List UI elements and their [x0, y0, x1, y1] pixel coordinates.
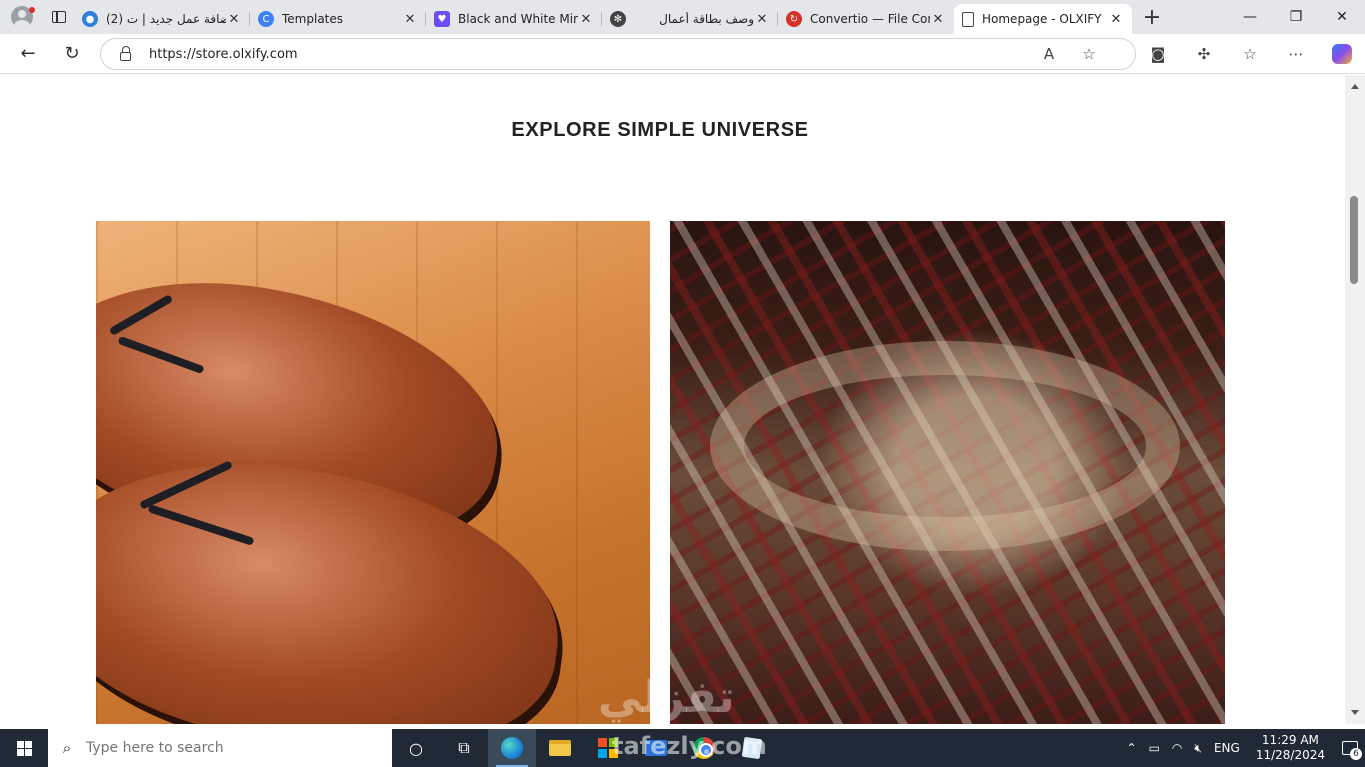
new-tab-button[interactable]: + — [1132, 5, 1172, 30]
canva-heart-icon: ♥ — [434, 11, 450, 27]
copilot-button[interactable] — [1319, 44, 1365, 64]
tab-convertio[interactable]: ↻ Convertio — File Conv ✕ — [778, 4, 954, 34]
browser-toolbar: ← ↻ A ☆ ◙ ✣ ☆ ⋯ — [0, 34, 1365, 74]
tab-actions-icon — [52, 11, 66, 23]
tab-close-icon[interactable]: ✕ — [930, 12, 946, 27]
url-input[interactable] — [149, 46, 1029, 62]
language-indicator[interactable]: ENG — [1208, 741, 1246, 755]
copilot-icon — [1332, 44, 1352, 64]
tab-close-icon[interactable]: ✕ — [226, 12, 242, 27]
system-tray: ⌃ ▭ ◠ 🔇︎ ENG 11:29 AM 11/28/2024 6 — [1121, 729, 1365, 767]
page-icon — [962, 11, 974, 27]
tab-close-icon[interactable]: ✕ — [754, 12, 770, 27]
chat-bubble-icon: ● — [82, 11, 98, 27]
toolbar-right-icons: ◙ ✣ ☆ ⋯ — [1135, 34, 1365, 74]
back-arrow-icon: ← — [20, 43, 36, 64]
chrome-icon — [693, 737, 715, 759]
notification-count: 6 — [1350, 748, 1362, 760]
lock-icon[interactable] — [101, 45, 149, 61]
mail-icon — [645, 740, 667, 756]
windows-logo-icon — [16, 740, 32, 756]
tab-templates[interactable]: C Templates ✕ — [250, 4, 426, 34]
section-heading: EXPLORE SIMPLE UNIVERSE — [511, 119, 809, 141]
close-window-button[interactable]: ✕ — [1319, 0, 1365, 34]
scroll-down-arrow-icon[interactable] — [1351, 710, 1359, 715]
openai-icon: ✻ — [610, 11, 626, 27]
convertio-icon: ↻ — [786, 11, 802, 27]
refresh-button[interactable]: ↻ — [50, 34, 94, 74]
taskbar-search[interactable]: ⌕ — [48, 729, 392, 767]
task-view-icon: ⧉ — [458, 738, 470, 757]
chrome-button[interactable] — [680, 729, 728, 767]
tab-strip: ● (2) إضافة عمل جديد | ت ✕ C Templates ✕… — [0, 0, 1365, 34]
favorites-icon[interactable]: ☆ — [1227, 45, 1273, 63]
shirt-image[interactable] — [670, 221, 1225, 724]
screenshot-icon[interactable]: ◙ — [1135, 45, 1181, 63]
taskbar-search-input[interactable] — [86, 740, 376, 756]
page-content: EXPLORE SIMPLE UNIVERSE — [4, 75, 1276, 724]
scrollbar-thumb[interactable] — [1350, 196, 1358, 284]
show-hidden-icons-icon[interactable]: ⌃ — [1121, 741, 1143, 755]
notes-button[interactable] — [728, 729, 776, 767]
cortana-circle-icon: ○ — [409, 738, 423, 758]
more-menu-icon[interactable]: ⋯ — [1273, 45, 1319, 63]
task-view-button[interactable]: ⧉ — [440, 729, 488, 767]
file-explorer-button[interactable] — [536, 729, 584, 767]
notification-center-button[interactable]: 6 — [1335, 729, 1365, 767]
tab-close-icon[interactable]: ✕ — [1108, 12, 1124, 27]
cortana-button[interactable]: ○ — [392, 729, 440, 767]
vertical-scrollbar[interactable] — [1345, 75, 1365, 724]
mail-button[interactable] — [632, 729, 680, 767]
tab-close-icon[interactable]: ✕ — [402, 12, 418, 27]
wifi-icon[interactable]: ◠ — [1166, 741, 1188, 755]
collar-shape — [710, 341, 1180, 551]
start-button[interactable] — [0, 729, 48, 767]
clock-time: 11:29 AM — [1261, 733, 1319, 747]
extensions-icon[interactable]: ✣ — [1181, 45, 1227, 63]
shoes-image[interactable] — [96, 221, 650, 724]
battery-icon[interactable]: ▭ — [1143, 741, 1166, 755]
read-aloud-icon[interactable]: A — [1029, 45, 1069, 63]
back-button[interactable]: ← — [6, 34, 50, 74]
refresh-icon: ↻ — [64, 43, 80, 64]
store-icon — [598, 738, 618, 758]
canva-icon: C — [258, 11, 274, 27]
address-bar[interactable]: A ☆ — [100, 38, 1136, 70]
volume-muted-icon[interactable]: 🔇︎ — [1188, 741, 1208, 756]
folder-icon — [549, 740, 571, 756]
scroll-up-arrow-icon[interactable] — [1351, 84, 1359, 89]
tab-black-white[interactable]: ♥ Black and White Minim ✕ — [426, 4, 602, 34]
minimize-button[interactable]: — — [1227, 0, 1273, 34]
edge-icon — [501, 737, 523, 759]
tab-close-icon[interactable]: ✕ — [578, 12, 594, 27]
clock[interactable]: 11:29 AM 11/28/2024 — [1246, 733, 1335, 763]
tab-add-work[interactable]: ● (2) إضافة عمل جديد | ت ✕ — [74, 4, 250, 34]
restore-button[interactable]: ❐ — [1273, 0, 1319, 34]
store-button[interactable] — [584, 729, 632, 767]
search-icon: ⌕ — [62, 739, 72, 757]
windows-taskbar: ⌕ ○ ⧉ ⌃ ▭ ◠ 🔇︎ ENG 11:29 AM 11/28/2024 6 — [0, 729, 1365, 767]
clock-date: 11/28/2024 — [1255, 748, 1325, 762]
tab-actions-button[interactable] — [44, 0, 74, 34]
notes-icon — [741, 736, 763, 760]
favorite-star-icon[interactable]: ☆ — [1069, 45, 1109, 63]
shoe-shape — [96, 436, 583, 724]
edge-taskbar-button[interactable] — [488, 729, 536, 767]
profile-avatar[interactable] — [0, 0, 44, 34]
tab-business-card[interactable]: ✻ وصف بطاقة أعمال ✕ — [602, 4, 778, 34]
notification-dot — [29, 7, 35, 13]
window-controls: — ❐ ✕ — [1227, 0, 1365, 34]
tab-homepage-olxify[interactable]: Homepage - OLXIFY ✕ — [954, 4, 1132, 34]
